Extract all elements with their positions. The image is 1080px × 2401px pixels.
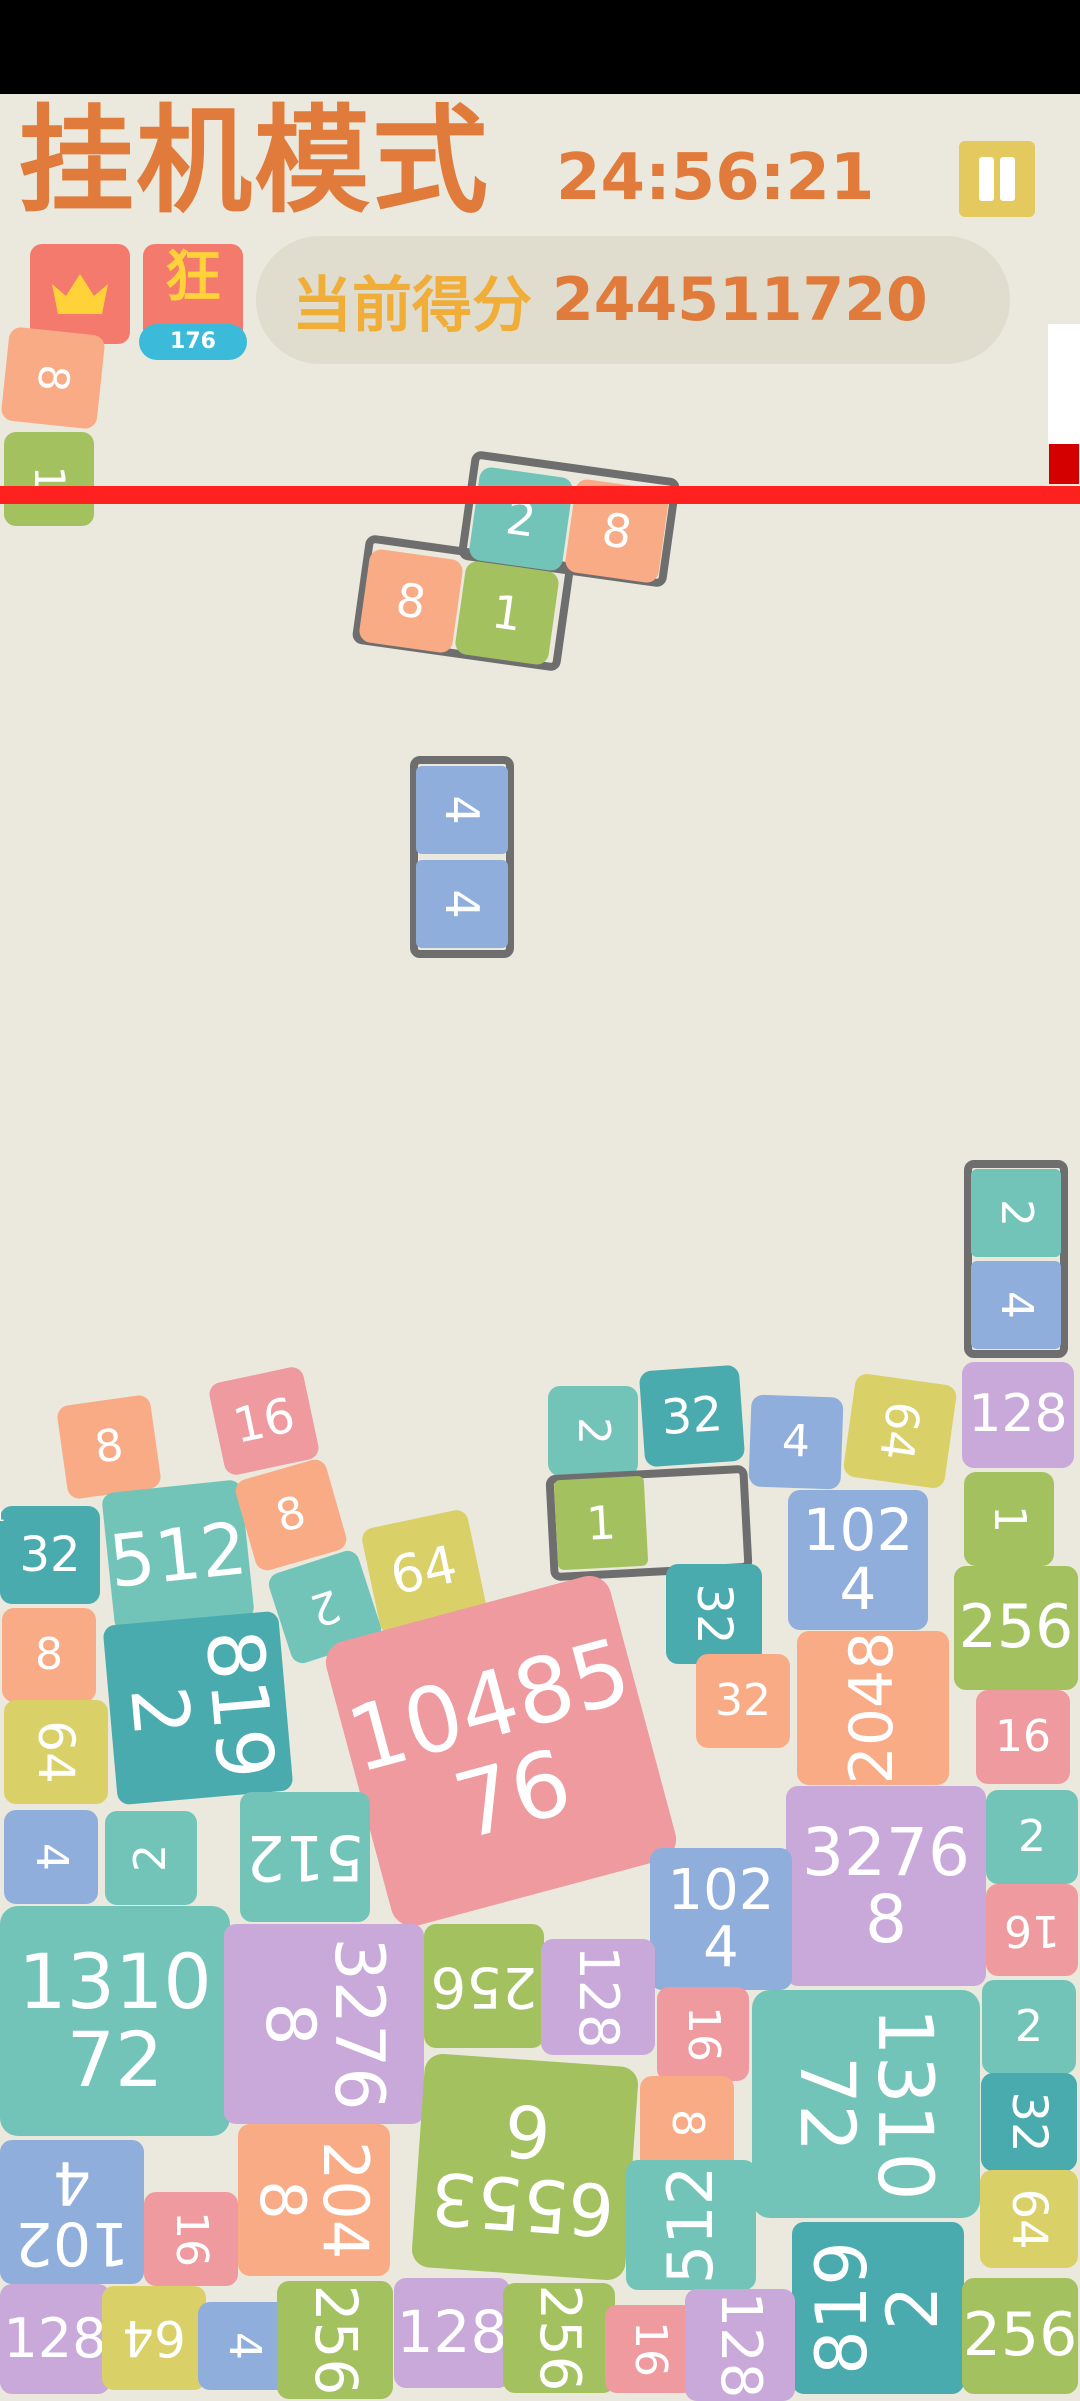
tile: 2 — [548, 1386, 638, 1476]
tile: 1 — [553, 1475, 649, 1571]
tile: 256 — [424, 1924, 544, 2048]
tile: 8 — [0, 326, 106, 430]
tile: 128 — [685, 2289, 795, 2401]
tile: 1024 — [788, 1490, 928, 1630]
tile: 16 — [976, 1690, 1070, 1784]
tile: 8192 — [792, 2222, 964, 2394]
tile: 64 — [102, 2286, 206, 2390]
tile: 256 — [962, 2278, 1078, 2394]
tile: 256 — [954, 1566, 1078, 1690]
danger-line — [0, 486, 1080, 504]
tile: 131072 — [752, 1990, 980, 2218]
tile: 8 — [2, 1608, 96, 1702]
score-value: 244511720 — [552, 265, 928, 335]
tile: 1024 — [0, 2140, 144, 2284]
tile: 32 — [666, 1564, 762, 1664]
score-panel: 当前得分 244511720 — [256, 236, 1010, 364]
tile: 2 — [986, 1790, 1078, 1884]
tile: 2048 — [797, 1631, 949, 1785]
tile: 16 — [207, 1365, 321, 1477]
tile: 65536 — [410, 2052, 640, 2282]
tile: 2 — [105, 1811, 197, 1905]
tile: 32 — [981, 2073, 1077, 2171]
tile: 16 — [144, 2192, 238, 2286]
tile: 4 — [971, 1261, 1061, 1349]
mode-title: 挂机模式 — [18, 94, 490, 229]
tile: 8 — [55, 1393, 163, 1501]
mad-mode-label: 狂 — [165, 245, 221, 310]
tile: 1 — [964, 1472, 1054, 1566]
tile: 128 — [0, 2284, 110, 2394]
tile: 1024 — [650, 1848, 792, 1990]
tile: 4 — [748, 1394, 844, 1490]
tile: 32768 — [786, 1786, 986, 1986]
tile: 32 — [696, 1654, 790, 1748]
tile: 64 — [4, 1700, 108, 1804]
danger-meter-fill — [1049, 444, 1079, 484]
tile: 128 — [394, 2278, 510, 2388]
tile: 4 — [4, 1810, 98, 1904]
tile: 128 — [541, 1939, 655, 2055]
tile: 8192 — [102, 1610, 294, 1806]
danger-meter-track — [1048, 324, 1080, 444]
mad-mode-count-badge: 176 — [139, 324, 247, 360]
score-label: 当前得分 — [292, 270, 532, 341]
pause-button[interactable] — [959, 141, 1035, 217]
tile: 16 — [657, 1987, 749, 2081]
tile: 2048 — [238, 2124, 390, 2276]
tile: 16 — [986, 1884, 1078, 1976]
tile: 512 — [626, 2160, 756, 2290]
tile: 64 — [980, 2170, 1078, 2268]
tile: 256 — [277, 2281, 393, 2399]
tile: 4 — [416, 766, 508, 854]
tile: 2 — [467, 465, 575, 573]
status-bar — [0, 0, 1080, 94]
tile: 2 — [982, 1980, 1076, 2074]
crown-icon — [52, 274, 108, 314]
tile: 2 — [971, 1169, 1061, 1257]
tile: 32 — [638, 1364, 746, 1468]
tile: 512 — [101, 1479, 255, 1633]
mad-mode-button[interactable]: 狂 176 — [139, 244, 247, 360]
tile: 8 — [357, 547, 465, 655]
tile: 1 — [4, 432, 94, 526]
tile: 8 — [640, 2076, 734, 2170]
tile: 131072 — [0, 1906, 230, 2136]
tile: 16 — [605, 2305, 695, 2393]
game-timer: 24:56:21 — [556, 141, 875, 215]
tile: 128 — [962, 1362, 1074, 1468]
tile: 1 — [453, 559, 561, 667]
tile: 64 — [842, 1372, 958, 1490]
tile: 512 — [240, 1792, 370, 1922]
tile: 32 — [0, 1506, 100, 1604]
tile: 256 — [503, 2283, 615, 2393]
tile: 32768 — [224, 1924, 424, 2124]
tile: 4 — [416, 860, 508, 948]
